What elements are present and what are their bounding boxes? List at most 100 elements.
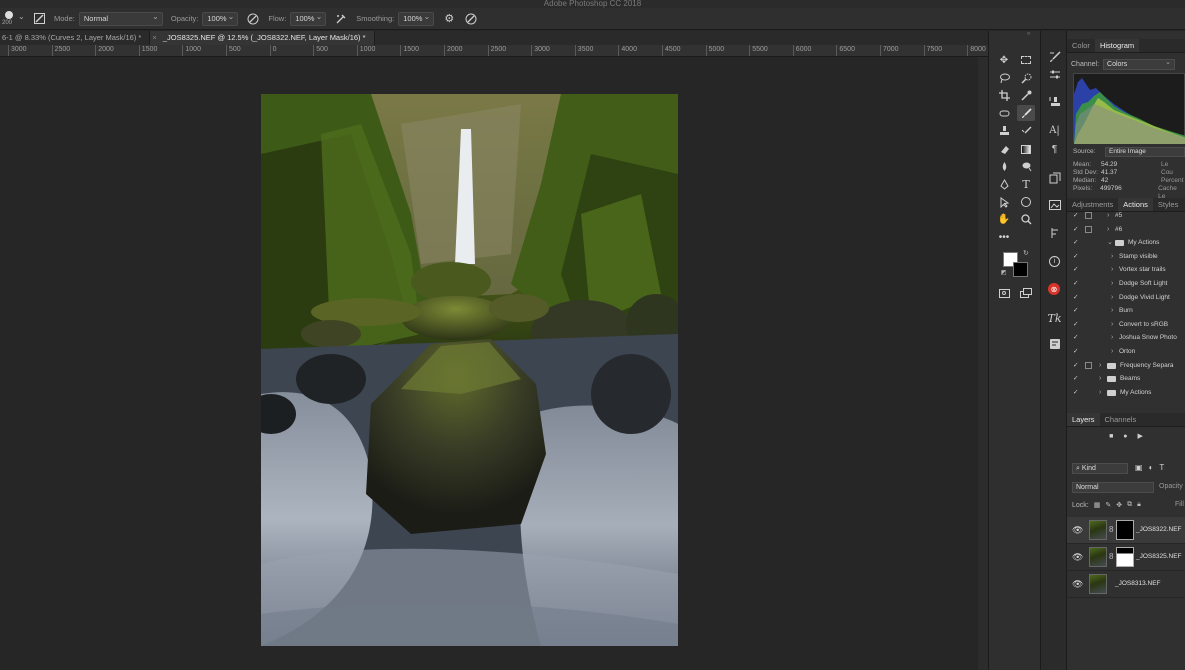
action-item[interactable]: ✓ › Dodge Soft Light (1067, 277, 1185, 291)
close-plugin-icon[interactable]: ⊗ (1048, 283, 1060, 295)
plugin-panel-icon[interactable] (1046, 336, 1063, 352)
spot-healing-tool-icon[interactable] (995, 105, 1013, 121)
gear-icon[interactable]: ⚙ (442, 12, 456, 26)
check-icon[interactable]: ✓ (1073, 250, 1078, 264)
action-item[interactable]: ✓ › Dodge Vivid Light (1067, 291, 1185, 305)
record-icon[interactable]: ● (1123, 431, 1127, 443)
channel-dropdown[interactable]: Colors (1103, 58, 1176, 70)
chevron-right-icon[interactable]: › (1099, 359, 1101, 373)
action-item[interactable]: ✓ › Vortex star trails (1067, 263, 1185, 277)
pen-tool-icon[interactable] (995, 176, 1013, 192)
chevron-right-icon[interactable]: › (1107, 209, 1109, 223)
chain-link-icon[interactable]: 8 (1109, 525, 1113, 534)
dialog-toggle-icon[interactable] (1085, 361, 1092, 369)
action-item[interactable]: ✓ › Burn (1067, 304, 1185, 318)
chevron-right-icon[interactable]: › (1111, 263, 1113, 277)
filter-pixel-icon[interactable]: ▣ (1135, 463, 1143, 472)
airbrush-icon[interactable] (334, 12, 348, 26)
brush-tool-icon[interactable] (1017, 105, 1035, 121)
action-item[interactable]: ✓ ⌄ My Actions (1067, 236, 1185, 250)
filter-adjustment-icon[interactable]: ◐ (1149, 463, 1154, 472)
character-panel-icon[interactable]: A| (1046, 122, 1063, 138)
eye-icon[interactable]: 👁︎ (1072, 552, 1083, 563)
check-icon[interactable]: ✓ (1073, 236, 1078, 250)
ellipse-tool-icon[interactable] (1017, 194, 1035, 210)
brush-preset-picker[interactable]: 200 ⌄ (2, 9, 25, 29)
history-icon[interactable] (1046, 225, 1063, 241)
type-tool-icon[interactable]: T (1017, 176, 1035, 192)
check-icon[interactable]: ✓ (1073, 209, 1078, 223)
tab-color[interactable]: Color (1067, 39, 1095, 52)
quick-mask-icon[interactable] (995, 285, 1013, 301)
image-panel-icon[interactable] (1046, 197, 1063, 213)
document-image[interactable] (261, 94, 678, 646)
stop-icon[interactable]: ■ (1109, 431, 1113, 443)
eye-icon[interactable]: 👁︎ (1072, 579, 1083, 590)
chevron-right-icon[interactable]: › (1111, 250, 1113, 264)
gradient-tool-icon[interactable] (1017, 141, 1035, 157)
action-item[interactable]: ✓ › Frequency Separa (1067, 359, 1185, 373)
pressure-opacity-icon[interactable] (246, 12, 260, 26)
dodge-tool-icon[interactable] (1017, 158, 1035, 174)
quick-select-tool-icon[interactable] (1017, 70, 1035, 86)
layer-mask-thumbnail[interactable] (1116, 547, 1134, 567)
action-item[interactable]: ✓ › Convert to sRGB (1067, 318, 1185, 332)
check-icon[interactable]: ✓ (1073, 277, 1078, 291)
document-tab-jos8325[interactable]: × _JOS8325.NEF @ 12.5% (_JOS8322.NEF, La… (150, 31, 375, 45)
action-item[interactable]: ✓ › #6 (1067, 223, 1185, 237)
horizontal-ruler[interactable]: 3000 2500 2000 1500 1000 500 0 500 1000 1500 2000 2… (0, 45, 988, 57)
action-item[interactable]: ✓ › Orton (1067, 345, 1185, 359)
adjustments-sliders-icon[interactable] (1046, 67, 1063, 83)
source-dropdown[interactable]: Entire Image (1105, 147, 1185, 157)
chevron-right-icon[interactable]: › (1111, 277, 1113, 291)
chevron-right-icon[interactable]: › (1111, 345, 1113, 359)
chevron-right-icon[interactable]: › (1099, 386, 1101, 400)
swap-colors-icon[interactable]: ↻ (1023, 249, 1029, 257)
info-icon[interactable]: i (1046, 253, 1063, 269)
lock-paint-icon[interactable]: ✎ (1105, 501, 1111, 509)
chevron-right-icon[interactable]: › (1111, 318, 1113, 332)
tab-channels[interactable]: Channels (1100, 413, 1142, 426)
layer-row[interactable]: 👁︎ _JOS8313.NEF (1067, 571, 1185, 598)
layer-mask-thumbnail[interactable] (1116, 520, 1134, 540)
clone-source-icon[interactable] (1046, 94, 1063, 110)
play-icon[interactable]: ▶ (1138, 431, 1143, 443)
eraser-tool-icon[interactable] (995, 141, 1013, 157)
chain-link-icon[interactable]: 8 (1109, 552, 1113, 561)
crop-tool-icon[interactable] (995, 87, 1013, 103)
chevron-right-icon[interactable]: › (1111, 331, 1113, 345)
brush-settings-icon[interactable] (1046, 49, 1063, 65)
action-item[interactable]: ✓ › Joshua Snow Photo (1067, 331, 1185, 345)
background-color-swatch[interactable] (1013, 262, 1028, 277)
lock-move-icon[interactable]: ✥ (1116, 501, 1122, 509)
eye-icon[interactable]: 👁︎ (1072, 525, 1083, 536)
mode-dropdown[interactable]: Normal (78, 11, 163, 26)
check-icon[interactable]: ✓ (1073, 386, 1078, 400)
action-item[interactable]: ✓ › My Actions (1067, 386, 1185, 400)
chevron-right-icon[interactable]: › (1099, 372, 1101, 386)
tab-histogram[interactable]: Histogram (1094, 39, 1140, 52)
chevron-right-icon[interactable]: › (1111, 304, 1113, 318)
clone-stamp-tool-icon[interactable] (995, 123, 1013, 139)
layer-row[interactable]: 👁︎ 8 _JOS8325.NEF (1067, 544, 1185, 571)
close-icon[interactable]: × (152, 33, 156, 42)
lasso-tool-icon[interactable] (995, 70, 1013, 86)
blur-tool-icon[interactable] (995, 158, 1013, 174)
check-icon[interactable]: ✓ (1073, 263, 1078, 277)
layer-filter-kind-dropdown[interactable]: ⌕ Kind (1072, 463, 1128, 474)
paragraph-icon[interactable]: ¶ (1046, 141, 1063, 157)
smoothing-field[interactable]: 100% (398, 11, 435, 26)
chevron-down-icon[interactable]: ⌄ (1107, 236, 1113, 250)
chevron-right-icon[interactable]: › (1107, 223, 1109, 237)
document-tab-curves[interactable]: 6-1 @ 8.33% (Curves 2, Layer Mask/16) * (0, 31, 151, 45)
history-brush-tool-icon[interactable] (1017, 123, 1035, 139)
check-icon[interactable]: ✓ (1073, 223, 1078, 237)
pressure-size-icon[interactable] (464, 12, 478, 26)
lock-artboard-icon[interactable]: ⧉ (1127, 501, 1132, 509)
filter-type-icon[interactable]: T (1159, 463, 1164, 472)
check-icon[interactable]: ✓ (1073, 359, 1078, 373)
check-icon[interactable]: ✓ (1073, 345, 1078, 359)
tk-panel-icon[interactable]: Tk (1046, 310, 1063, 326)
blend-mode-dropdown[interactable]: Normal (1072, 482, 1154, 493)
path-selection-tool-icon[interactable] (995, 194, 1013, 210)
